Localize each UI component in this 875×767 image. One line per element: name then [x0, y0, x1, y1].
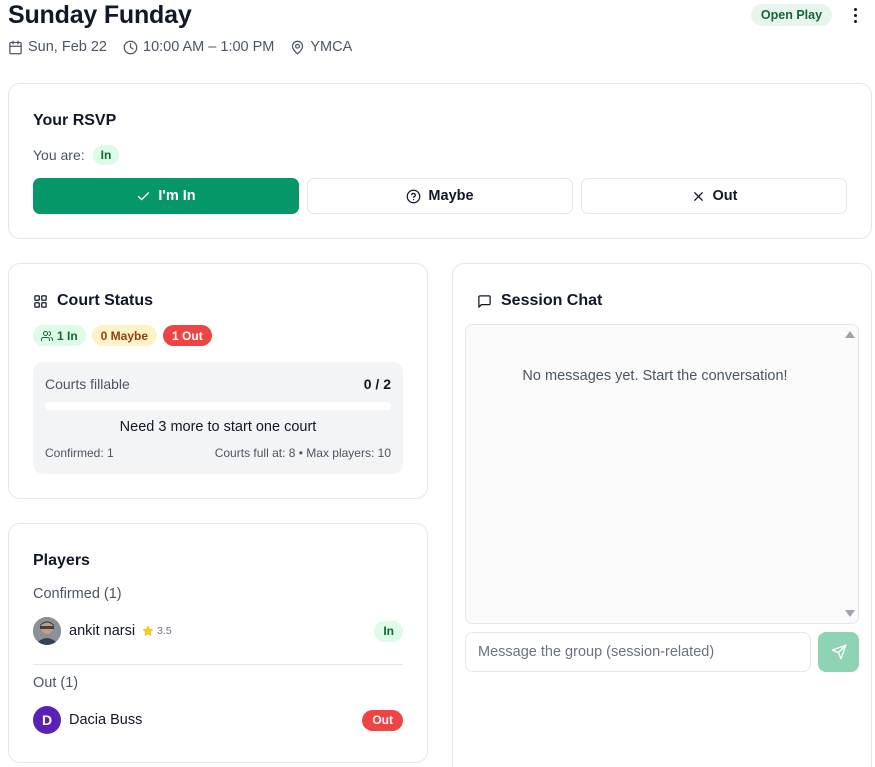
rsvp-out-label: Out: [712, 188, 738, 204]
confirmed-heading: Confirmed (1): [33, 586, 122, 602]
avatar: [33, 617, 61, 645]
player-rating-value: 3.5: [157, 625, 172, 637]
chat-empty-message: No messages yet. Start the conversation!: [522, 368, 788, 384]
page-title: Sunday Funday: [8, 1, 192, 29]
rsvp-status-label: You are:: [33, 147, 85, 163]
star-icon: [142, 625, 154, 636]
court-status-title-text: Court Status: [57, 292, 153, 309]
out-heading: Out (1): [33, 675, 79, 691]
courts-progress-track: [45, 402, 391, 410]
maybe-count-badge: 0 Maybe: [91, 325, 158, 346]
rsvp-maybe-button[interactable]: Maybe: [307, 178, 573, 214]
court-status-title: Court Status: [33, 292, 153, 310]
avatar: D: [33, 706, 61, 734]
send-message-button[interactable]: [818, 632, 859, 672]
map-pin-icon: [292, 40, 304, 54]
session-chat-card: Session Chat No messages yet. Start the …: [452, 263, 872, 767]
location-text: YMCA: [310, 39, 353, 55]
date-text: Sun, Feb 22: [28, 39, 107, 55]
session-location: YMCA: [290, 39, 352, 55]
courts-info: Courts full at: 8 • Max players: 10: [214, 446, 391, 460]
help-circle-icon: [407, 189, 421, 203]
check-icon: [138, 191, 150, 200]
message-square-icon: [478, 294, 491, 308]
courts-fillable-panel: Courts fillable 0 / 2 Need 3 more to sta…: [33, 362, 403, 474]
rsvp-counts: 1 In 0 Maybe 1 Out: [33, 325, 212, 346]
players-divider: [33, 664, 403, 665]
clock-icon: [123, 40, 138, 54]
session-date: Sun, Feb 22: [8, 39, 107, 55]
chat-messages-area[interactable]: No messages yet. Start the conversation!: [465, 324, 859, 624]
session-chat-title: Session Chat: [477, 292, 602, 310]
rsvp-in-button[interactable]: I'm In: [33, 178, 299, 214]
in-count-text: 1 In: [57, 328, 78, 343]
court-status-card: Court Status 1 In 0 Maybe 1 Out Courts f…: [8, 263, 428, 499]
scroll-up-arrow[interactable]: [845, 331, 855, 338]
more-options-icon[interactable]: [847, 6, 863, 24]
users-icon: [41, 330, 53, 341]
rsvp-status-badge: In: [92, 145, 120, 165]
session-chat-title-text: Session Chat: [501, 292, 603, 309]
player-row[interactable]: ankit narsi 3.5 In: [33, 615, 403, 647]
player-rating: 3.5: [142, 625, 172, 637]
player-name: Dacia Buss: [69, 712, 143, 728]
chat-message-input[interactable]: [465, 632, 811, 672]
rsvp-card: Your RSVP You are: In I'm In Maybe Out: [8, 83, 872, 239]
courts-needed-message: Need 3 more to start one court: [119, 419, 317, 435]
calendar-icon: [9, 40, 22, 54]
session-meta: Sun, Feb 22 10:00 AM – 1:00 PM YMCA: [8, 39, 368, 55]
player-name: ankit narsi: [69, 623, 136, 639]
player-status-badge: Out: [362, 709, 403, 731]
x-icon: [693, 191, 703, 201]
grid-icon: [34, 294, 47, 308]
player-row[interactable]: D Dacia Buss Out: [33, 704, 403, 736]
rsvp-maybe-label: Maybe: [428, 188, 474, 204]
session-type-badge: Open Play: [751, 4, 832, 26]
rsvp-status: You are: In: [33, 145, 120, 165]
players-card: Players Confirmed (1) ankit narsi 3.5 In…: [8, 523, 428, 763]
time-text: 10:00 AM – 1:00 PM: [143, 39, 275, 55]
confirmed-count: Confirmed: 1: [45, 446, 114, 460]
rsvp-out-button[interactable]: Out: [581, 178, 847, 214]
send-icon: [831, 644, 846, 660]
player-status-badge: In: [374, 620, 403, 642]
courts-fillable-value: 0 / 2: [363, 376, 391, 392]
person-photo-icon: [33, 617, 61, 645]
in-count-badge: 1 In: [33, 325, 86, 346]
session-time: 10:00 AM – 1:00 PM: [123, 39, 274, 55]
players-title: Players: [33, 552, 90, 569]
scroll-down-arrow[interactable]: [845, 610, 855, 617]
out-count-badge: 1 Out: [163, 325, 212, 346]
courts-fillable-label: Courts fillable: [45, 376, 130, 392]
rsvp-title: Your RSVP: [33, 112, 117, 129]
rsvp-in-label: I'm In: [158, 188, 196, 204]
